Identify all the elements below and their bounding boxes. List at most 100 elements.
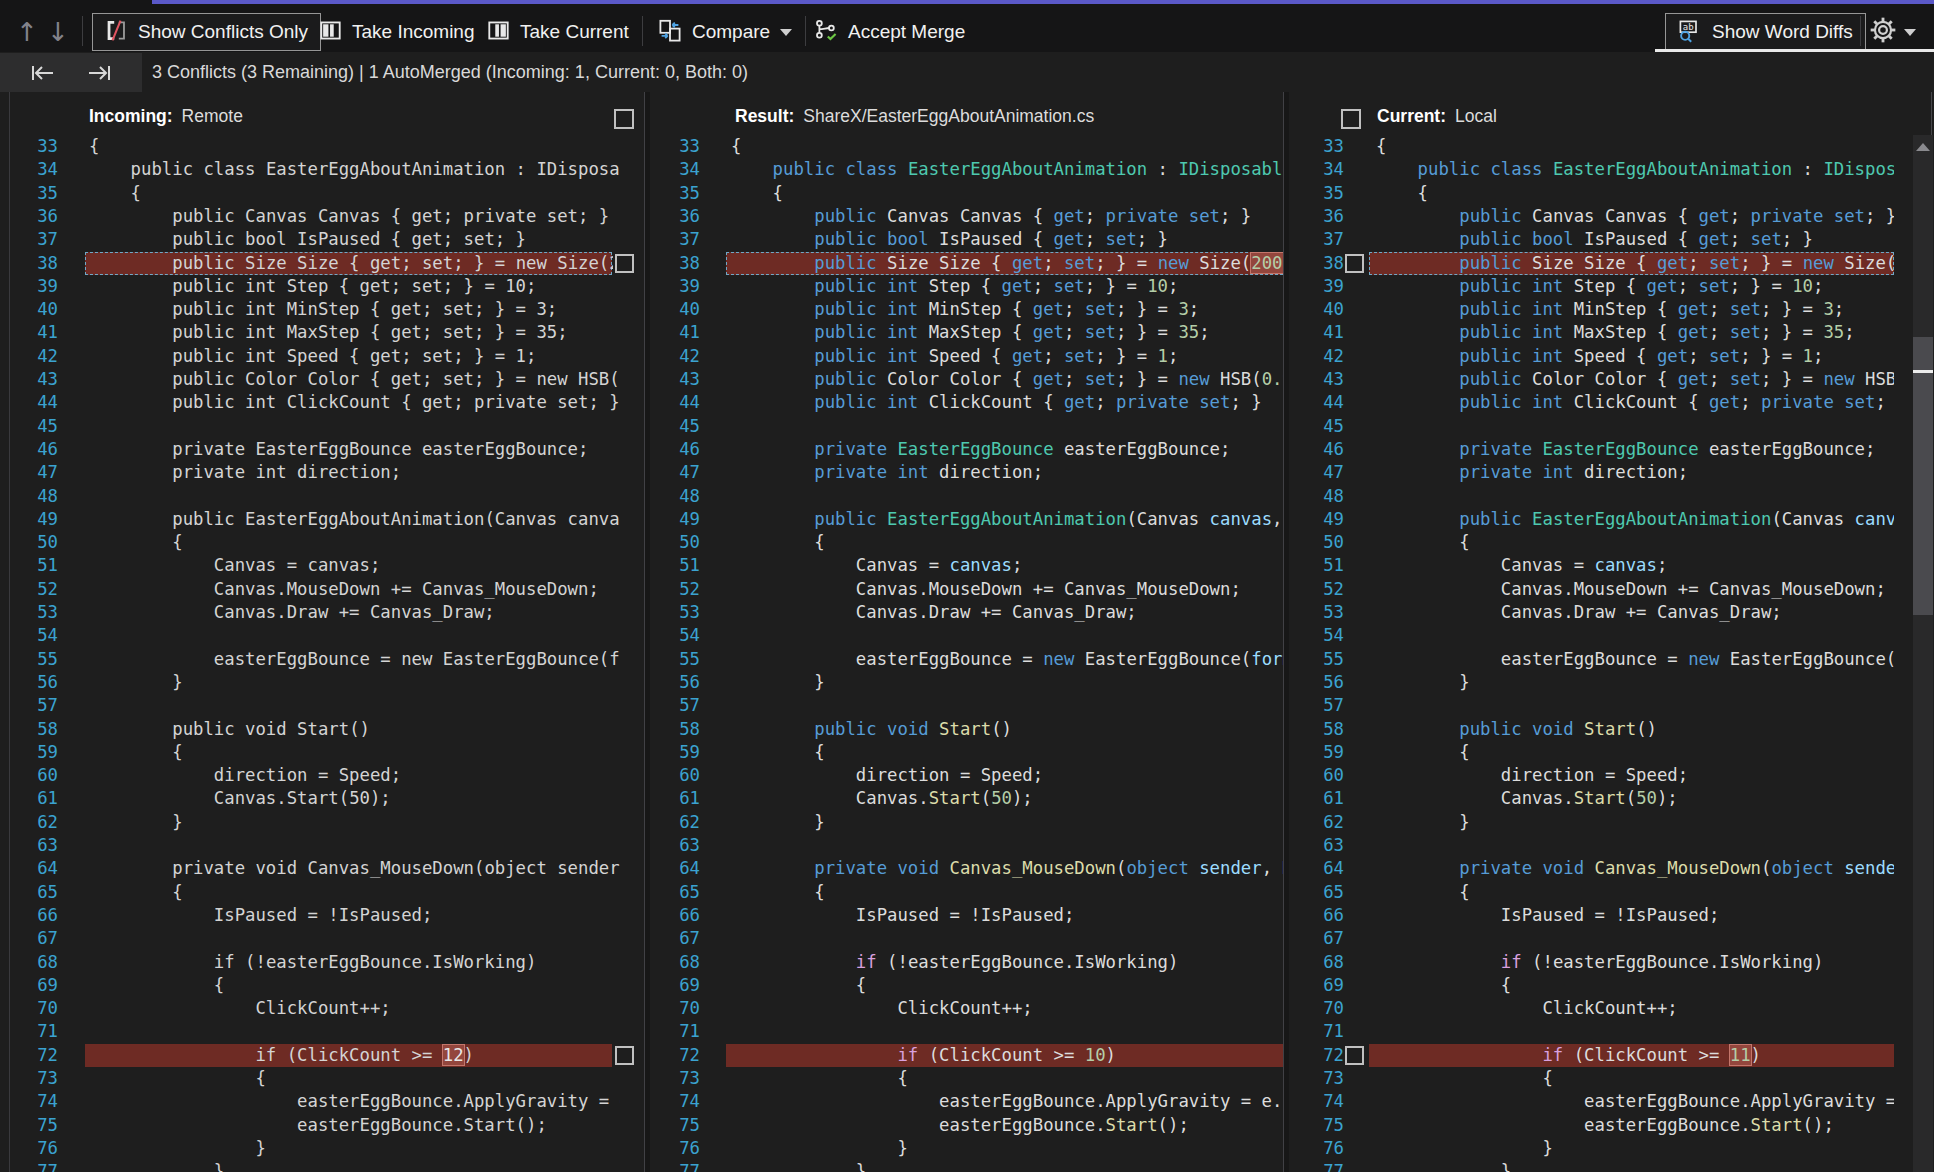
incoming-value: Remote: [182, 106, 243, 127]
code-line: 63: [0, 834, 644, 858]
conflict-checkbox[interactable]: [615, 1046, 634, 1065]
current-value: Local: [1455, 106, 1497, 127]
code-line: 44 public int ClickCount { get; private …: [1290, 391, 1894, 415]
code-text: if (!easterEggBounce.IsWorking): [1376, 951, 1823, 974]
line-number: 68: [1290, 951, 1344, 974]
current-checkbox[interactable]: [1341, 109, 1361, 129]
line-number: 42: [1290, 345, 1344, 368]
code-text: private EasterEggBounce easterEggBounce;: [1376, 438, 1875, 461]
conflict-checkbox[interactable]: [1345, 254, 1364, 273]
result-pane[interactable]: 33{34 public class EasterEggAboutAnimati…: [650, 135, 1283, 1172]
code-line: 69 {: [0, 974, 644, 998]
code-line: 42 public int Speed { get; set; } = 1;: [650, 345, 1283, 369]
line-number: 64: [650, 857, 700, 880]
code-line: 50 {: [650, 531, 1283, 555]
line-number: 63: [1290, 834, 1344, 857]
code-text: {: [89, 974, 620, 997]
code-line: 36 public Canvas Canvas { get; private s…: [1290, 205, 1894, 229]
show-conflicts-only-button[interactable]: Show Conflicts Only: [92, 13, 321, 51]
accept-merge-label: Accept Merge: [848, 21, 965, 43]
code-line: 74 easterEggBounce.ApplyGravity = e.Clic…: [1290, 1090, 1894, 1114]
code-line: 53 Canvas.Draw += Canvas_Draw;: [0, 601, 644, 625]
goto-first-conflict-button[interactable]: [26, 61, 62, 85]
take-current-button[interactable]: Take Current: [487, 13, 629, 51]
code-text: public class EasterEggAboutAnimation : I…: [89, 158, 620, 181]
line-number: 51: [1290, 554, 1344, 577]
code-line: 63: [1290, 834, 1894, 858]
line-number: 44: [1290, 391, 1344, 414]
code-text: public int Step { get; set; } = 10;: [89, 275, 620, 298]
pane-headers: Incoming: Remote Result: ShareX/EasterEg…: [0, 92, 1934, 135]
code-text: public Canvas Canvas { get; private set;…: [89, 205, 620, 228]
code-line: 62 }: [650, 811, 1283, 835]
line-number: 58: [1290, 718, 1344, 741]
code-line: 38 public Size Size { get; set; } = new …: [650, 252, 1283, 276]
line-number: 60: [650, 764, 700, 787]
conflict-checkbox[interactable]: [1345, 1046, 1364, 1065]
incoming-checkbox[interactable]: [614, 109, 634, 129]
line-number: 38: [1290, 252, 1344, 275]
code-line: 69 {: [1290, 974, 1894, 998]
code-line: 62 }: [1290, 811, 1894, 835]
code-line: 70 ClickCount++;: [1290, 997, 1894, 1021]
scrollbar-up-arrow[interactable]: [1916, 143, 1930, 151]
next-conflict-button[interactable]: ↓: [47, 13, 69, 51]
code-text: if (ClickCount >= 12): [89, 1044, 613, 1067]
line-number: 64: [1290, 857, 1344, 880]
vertical-scrollbar[interactable]: [1913, 135, 1933, 1172]
code-line: 71: [650, 1020, 1283, 1044]
code-line: 76 }: [1290, 1137, 1894, 1161]
line-number: 75: [1290, 1114, 1344, 1137]
code-line: 41 public int MaxStep { get; set; } = 35…: [0, 321, 644, 345]
code-line: 74 easterEggBounce.ApplyGravity = e.Clic…: [650, 1090, 1283, 1114]
line-number: 39: [1290, 275, 1344, 298]
accept-merge-button[interactable]: Accept Merge: [814, 13, 965, 51]
code-line: 64 private void Canvas_MouseDown(object …: [650, 857, 1283, 881]
code-line: 45: [1290, 415, 1894, 439]
code-line: 33{: [1290, 135, 1894, 159]
code-text: public int ClickCount { get; private set…: [1376, 391, 1894, 414]
down-arrow-icon: ↓: [47, 17, 69, 47]
line-number: 66: [1290, 904, 1344, 927]
line-number: 35: [650, 182, 700, 205]
current-pane[interactable]: 33{34 public class EasterEggAboutAnimati…: [1290, 135, 1894, 1172]
code-line: 66 IsPaused = !IsPaused;: [1290, 904, 1894, 928]
line-number: 53: [650, 601, 700, 624]
code-line: 35 {: [650, 182, 1283, 206]
code-line: 65 {: [650, 881, 1283, 905]
line-number: 57: [650, 694, 700, 717]
code-line: 67: [0, 927, 644, 951]
take-incoming-label: Take Incoming: [352, 21, 475, 43]
line-number: 39: [650, 275, 700, 298]
line-number: 34: [1290, 158, 1344, 181]
code-line: 48: [1290, 485, 1894, 509]
line-number: 36: [1290, 205, 1344, 228]
code-line: 40 public int MinStep { get; set; } = 3;: [650, 298, 1283, 322]
code-line: 68 if (!easterEggBounce.IsWorking): [650, 951, 1283, 975]
code-line: 69 {: [650, 974, 1283, 998]
line-number: 67: [1290, 927, 1344, 950]
line-number: 67: [650, 927, 700, 950]
take-incoming-button[interactable]: Take Incoming: [319, 13, 475, 51]
scrollbar-thumb[interactable]: [1913, 337, 1933, 615]
settings-button[interactable]: [1870, 13, 1916, 51]
merge-window: ↑ ↓ Show Conflicts Only Take Incoming Ta…: [0, 0, 1934, 1172]
compare-button[interactable]: Compare: [658, 13, 792, 51]
conflict-checkbox[interactable]: [615, 254, 634, 273]
code-line: 56 }: [650, 671, 1283, 695]
code-text: private void Canvas_MouseDown(object sen…: [731, 857, 1283, 880]
code-text: {: [731, 741, 825, 764]
incoming-pane[interactable]: 33{34 public class EasterEggAboutAnimati…: [0, 135, 644, 1172]
code-text: public Color Color { get; set; } = new H…: [89, 368, 620, 391]
show-word-diffs-button[interactable]: ab Show Word Diffs: [1665, 13, 1866, 51]
code-text: easterEggBounce = new EasterEggBounce(fo…: [731, 648, 1283, 671]
prev-conflict-button[interactable]: ↑: [16, 13, 38, 51]
code-line: 36 public Canvas Canvas { get; private s…: [650, 205, 1283, 229]
code-text: {: [89, 531, 620, 554]
code-line: 70 ClickCount++;: [0, 997, 644, 1021]
line-number: 72: [1290, 1044, 1344, 1067]
line-number: 55: [1290, 648, 1344, 671]
line-number: 57: [1290, 694, 1344, 717]
goto-last-conflict-button[interactable]: [82, 61, 118, 85]
code-text: Canvas.Start(50);: [1376, 787, 1678, 810]
